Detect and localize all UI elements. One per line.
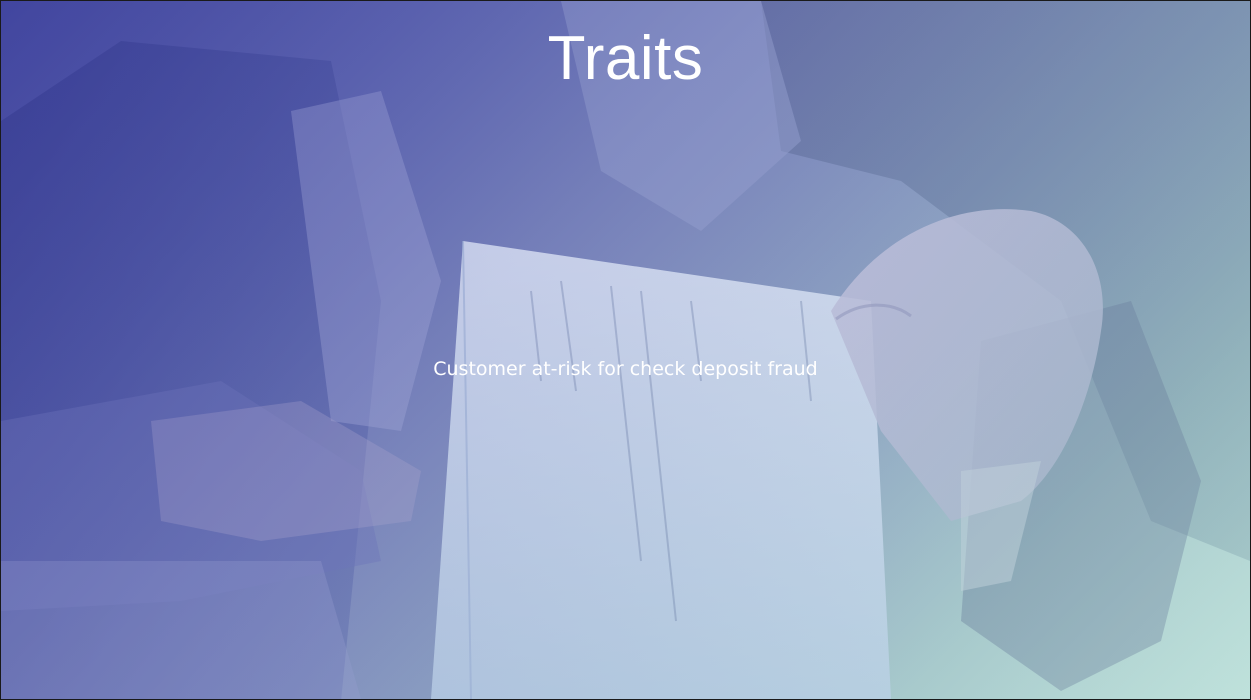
slide: Traits Customer at-risk for check deposi… <box>0 0 1251 700</box>
slide-body-text: Customer at-risk for check deposit fraud <box>433 358 818 380</box>
slide-title: Traits <box>547 24 704 93</box>
color-tint-overlay <box>1 1 1250 699</box>
